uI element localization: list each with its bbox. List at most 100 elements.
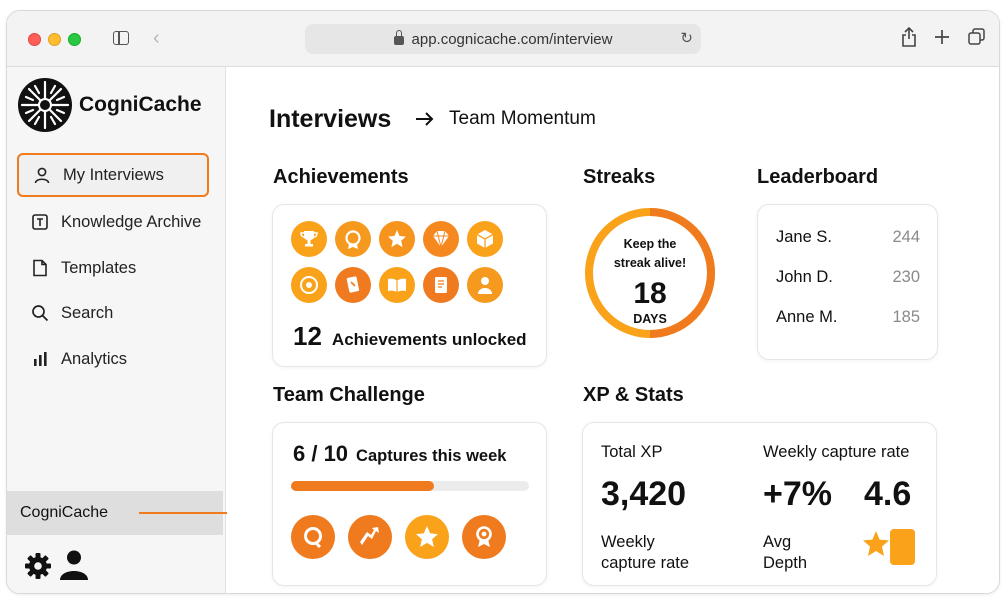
avg-depth-value: 4.6 xyxy=(864,475,912,513)
sidebar: CogniCache My Interviews Knowledge Archi… xyxy=(7,67,229,593)
arrow-badge-icon[interactable] xyxy=(348,515,392,559)
tabs-overview-icon[interactable] xyxy=(968,28,985,45)
caption-line2: Depth xyxy=(763,554,808,572)
leaderboard-row[interactable]: Anne M. 185 xyxy=(776,308,920,327)
team-challenge-heading: Team Challenge xyxy=(273,384,425,406)
document-icon xyxy=(31,259,49,277)
sidebar-item-templates[interactable]: Templates xyxy=(17,246,209,290)
card-badge-icon[interactable] xyxy=(335,267,371,303)
weekly-rate-value: +7% xyxy=(763,475,832,513)
browser-window: ‹ app.cognicache.com/interview ↻ CogniCa… xyxy=(6,10,1000,594)
brand-name: CogniCache xyxy=(79,93,202,116)
zoom-window-button[interactable] xyxy=(68,33,81,46)
bar-chart-icon xyxy=(31,350,49,368)
trophy-badge-icon[interactable] xyxy=(291,221,327,257)
coach-label: CogniCache xyxy=(20,504,109,521)
leaderboard-card: Jane S. 244 John D. 230 Anne M. 185 xyxy=(757,204,938,360)
sidebar-item-my-interviews[interactable]: My Interviews xyxy=(17,153,209,197)
leaderboard-heading: Leaderboard xyxy=(757,166,879,188)
challenge-progress-bar xyxy=(291,481,529,491)
close-window-button[interactable] xyxy=(28,33,41,46)
streak-message: Keep the streak alive! xyxy=(584,235,716,273)
share-icon[interactable] xyxy=(901,26,917,48)
leaderboard-score: 244 xyxy=(892,228,920,246)
sidebar-item-label: Search xyxy=(61,303,114,322)
search-icon xyxy=(31,304,49,322)
minimize-window-button[interactable] xyxy=(48,33,61,46)
sidebar-toggle-icon[interactable] xyxy=(113,31,129,45)
total-xp-label: Total XP xyxy=(601,443,663,461)
medal-badge-icon[interactable] xyxy=(335,221,371,257)
leaderboard-score: 185 xyxy=(892,308,920,326)
ribbon-badge-icon[interactable] xyxy=(462,515,506,559)
sidebar-item-label: My Interviews xyxy=(63,165,164,184)
cognicache-logo-icon xyxy=(18,78,72,132)
scroll-badge-icon[interactable] xyxy=(423,267,459,303)
address-bar[interactable]: app.cognicache.com/interview ↻ xyxy=(305,24,701,54)
lock-icon xyxy=(393,29,404,45)
streak-unit: DAYS xyxy=(633,312,667,326)
ring-badge-icon[interactable] xyxy=(291,515,335,559)
book-badge-icon[interactable] xyxy=(379,267,415,303)
achievements-heading: Achievements xyxy=(273,166,409,188)
weekly-capture-rate-label: Weekly capture rate xyxy=(763,443,910,461)
person-badge-icon[interactable] xyxy=(467,267,503,303)
challenge-progress-fill xyxy=(291,481,434,491)
cube-badge-icon[interactable] xyxy=(467,221,503,257)
xp-stats-heading: XP & Stats xyxy=(583,384,684,406)
main-content: Interviews Team Momentum Achievements 12… xyxy=(227,67,999,593)
achievements-card: 12 Achievements unlocked xyxy=(272,204,547,367)
brand[interactable]: CogniCache xyxy=(17,77,202,133)
xp-stats-card: Total XP Weekly capture rate 3,420 +7% 4… xyxy=(582,422,937,586)
back-arrow-icon[interactable]: ‹ xyxy=(153,27,160,50)
caption-line2: capture rate xyxy=(601,554,690,572)
depth-bar-icon xyxy=(890,529,915,565)
avg-depth-caption: Avg Depth xyxy=(763,532,807,574)
leaderboard-name: Anne M. xyxy=(776,308,838,326)
streaks-heading: Streaks xyxy=(583,166,656,188)
challenge-count-value: 6 / 10 xyxy=(293,441,349,466)
sidebar-item-label: Templates xyxy=(61,258,137,277)
gem-badge-icon[interactable] xyxy=(423,221,459,257)
star-badge-icon[interactable] xyxy=(405,515,449,559)
streak-message-line2: streak alive! xyxy=(613,256,687,270)
profile-icon[interactable] xyxy=(59,549,89,581)
leaderboard-row[interactable]: Jane S. 244 xyxy=(776,228,920,247)
url-text: app.cognicache.com/interview xyxy=(411,30,613,48)
page-title: Interviews xyxy=(269,105,392,133)
text-box-icon xyxy=(31,213,49,231)
star-icon xyxy=(863,531,889,556)
arrow-right-icon xyxy=(416,112,434,126)
leaderboard-row[interactable]: John D. 230 xyxy=(776,268,920,287)
gear-icon[interactable] xyxy=(23,551,53,581)
team-challenge-card: 6 / 10 Captures this week xyxy=(272,422,547,586)
sidebar-item-label: Analytics xyxy=(61,349,128,368)
leaderboard-name: John D. xyxy=(776,268,833,286)
streak-message-line1: Keep the xyxy=(623,237,677,251)
challenge-count-label: Captures this week xyxy=(356,447,507,465)
sidebar-item-search[interactable]: Search xyxy=(17,291,209,335)
coach-indicator-line xyxy=(139,512,229,514)
achievements-count: 12 Achievements unlocked xyxy=(293,321,527,352)
challenge-count: 6 / 10 Captures this week xyxy=(293,441,506,467)
total-xp-value: 3,420 xyxy=(601,475,687,513)
sidebar-item-label: Knowledge Archive xyxy=(61,212,202,231)
browser-titlebar: ‹ app.cognicache.com/interview ↻ xyxy=(7,11,999,67)
achievements-count-value: 12 xyxy=(293,321,322,351)
reload-icon[interactable]: ↻ xyxy=(680,29,693,47)
coin-badge-icon[interactable] xyxy=(291,267,327,303)
user-icon xyxy=(33,166,51,184)
streak-value: 18 xyxy=(633,277,667,310)
breadcrumb-team: Team Momentum xyxy=(449,108,596,129)
sidebar-item-analytics[interactable]: Analytics xyxy=(17,337,209,381)
caption-line1: Weekly xyxy=(601,533,655,551)
new-tab-icon[interactable] xyxy=(934,29,950,45)
breadcrumb[interactable]: Team Momentum xyxy=(415,108,596,130)
weekly-capture-rate-caption: Weekly capture rate xyxy=(601,532,689,574)
leaderboard-score: 230 xyxy=(892,268,920,286)
star-badge-icon[interactable] xyxy=(379,221,415,257)
caption-line1: Avg xyxy=(763,533,792,551)
sidebar-item-knowledge-archive[interactable]: Knowledge Archive xyxy=(17,200,209,244)
leaderboard-name: Jane S. xyxy=(776,228,832,246)
achievements-count-label: Achievements unlocked xyxy=(331,330,527,349)
